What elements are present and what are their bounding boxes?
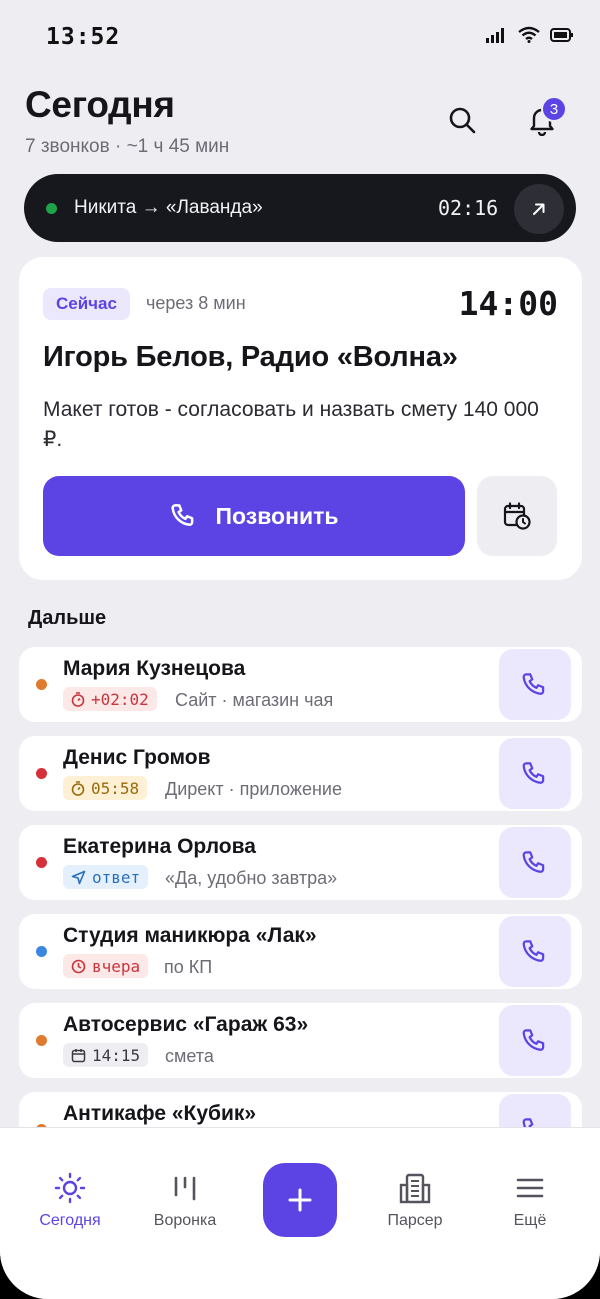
list-item-meta: Директ · приложение — [165, 779, 342, 799]
list-item-call-button[interactable] — [499, 827, 571, 898]
call-time: 14:00 — [458, 284, 558, 323]
list-item-name: Мария Кузнецова — [63, 657, 246, 680]
stopwatch-icon — [71, 780, 85, 796]
menu-icon — [516, 1178, 544, 1198]
clock-icon — [71, 959, 86, 973]
nav-funnel-label: Воронка — [153, 1212, 217, 1229]
status-time: 13:52 — [46, 24, 121, 50]
list-item-tag: вчера — [63, 954, 149, 978]
signal-icon — [486, 27, 504, 43]
list-item-tag: 14:15 — [63, 1043, 149, 1067]
phone-icon — [522, 672, 545, 695]
page-subtitle: 7 звонков · ~1 ч 45 мин — [25, 136, 230, 157]
contact-name: Игорь Белов, Радио «Волна» — [43, 341, 458, 373]
list-item-meta: смета — [165, 1046, 214, 1066]
list-item[interactable]: Студия маникюра «Лак» вчера по КП — [19, 914, 582, 989]
nav-today[interactable]: Сегодня — [15, 1170, 125, 1230]
priority-dot — [36, 768, 47, 779]
stopwatch-icon — [71, 691, 85, 707]
list-item-meta: Сайт · магазин чая — [175, 690, 334, 710]
list-item-name: Денис Громов — [63, 746, 211, 769]
list-item[interactable]: Автосервис «Гараж 63» 14:15 смета — [19, 1003, 582, 1078]
priority-dot — [36, 679, 47, 690]
list-item-tag-text: вчера — [92, 956, 141, 976]
next-call-card: Сейчас через 8 мин 14:00 Игорь Белов, Ра… — [19, 257, 582, 580]
send-icon — [71, 870, 86, 884]
list-item-name: Екатерина Орлова — [63, 835, 256, 858]
funnel-columns-icon — [174, 1176, 196, 1201]
call-button-label: Позвонить — [215, 502, 339, 529]
active-call-label: Никита → «Лаванда» — [74, 197, 263, 218]
phone-icon — [522, 939, 545, 962]
phone-icon — [522, 850, 545, 873]
expand-call-button[interactable] — [514, 184, 564, 234]
list-item[interactable]: Мария Кузнецова +02:02 Сайт · магазин ча… — [19, 647, 582, 722]
search-icon — [449, 107, 476, 134]
building-icon — [399, 1173, 431, 1204]
list-item-meta: по КП — [164, 957, 213, 977]
list-item-tag: ответ — [63, 865, 149, 889]
list-item-name: Студия маникюра «Лак» — [63, 924, 317, 947]
list-item-tag-text: ответ — [92, 867, 141, 887]
nav-more-label: Ещё — [513, 1212, 547, 1229]
now-badge: Сейчас — [43, 288, 130, 320]
list-item-call-button[interactable] — [499, 738, 571, 809]
bottom-navigation: Сегодня Воронка Парсер Ещё — [0, 1127, 600, 1299]
phone-icon — [171, 504, 194, 526]
status-icons — [486, 26, 574, 43]
battery-icon — [550, 27, 573, 42]
notification-badge: 3 — [541, 96, 567, 122]
priority-dot — [36, 1035, 47, 1046]
list-item[interactable]: Екатерина Орлова ответ «Да, удобно завтр… — [19, 825, 582, 900]
list-item-tag: +02:02 — [63, 687, 157, 711]
phone-icon — [522, 1028, 545, 1051]
plus-icon — [288, 1188, 312, 1212]
sun-icon — [54, 1172, 86, 1204]
nav-parser[interactable]: Парсер — [360, 1170, 470, 1230]
priority-dot — [36, 857, 47, 868]
calendar-clock-icon — [503, 502, 531, 530]
active-call-bar[interactable]: Никита → «Лаванда» 02:16 — [24, 174, 576, 242]
nav-more[interactable]: Ещё — [475, 1170, 585, 1230]
arrow-up-right-icon — [533, 203, 545, 215]
phone-icon — [522, 761, 545, 784]
add-button[interactable] — [263, 1163, 337, 1237]
section-title: Дальше — [28, 607, 107, 629]
calendar-icon — [71, 1048, 86, 1062]
list-item-tag-text: 05:58 — [91, 778, 140, 798]
list-item-call-button[interactable] — [499, 916, 571, 987]
call-button[interactable]: Позвонить — [43, 476, 465, 556]
nav-funnel[interactable]: Воронка — [130, 1170, 240, 1230]
active-call-timer: 02:16 — [438, 196, 499, 220]
priority-dot — [36, 946, 47, 957]
list-item-tag-text: +02:02 — [91, 689, 149, 709]
list-item-meta: «Да, удобно завтра» — [165, 868, 338, 888]
page-title: Сегодня — [25, 84, 175, 125]
nav-today-label: Сегодня — [39, 1212, 101, 1229]
search-button[interactable] — [442, 100, 482, 140]
list-item-name: Автосервис «Гараж 63» — [63, 1013, 309, 1036]
app-screen: 13:52 Сегодня 7 звонков · ~1 ч 45 мин 3 … — [0, 0, 600, 1299]
list-item-call-button[interactable] — [499, 649, 571, 720]
list-item-tag-text: 14:15 — [92, 1045, 141, 1065]
list-item[interactable]: Денис Громов 05:58 Директ · приложение — [19, 736, 582, 811]
active-call-indicator — [46, 203, 57, 214]
nav-parser-label: Парсер — [387, 1212, 443, 1229]
reschedule-button[interactable] — [477, 476, 557, 556]
list-item-call-button[interactable] — [499, 1005, 571, 1076]
call-note: Макет готов - согласовать и назвать смет… — [43, 398, 539, 451]
time-until: через 8 мин — [146, 293, 246, 313]
list-item-name: Антикафе «Кубик» — [63, 1102, 257, 1125]
wifi-icon — [518, 26, 540, 43]
list-item-tag: 05:58 — [63, 776, 148, 800]
